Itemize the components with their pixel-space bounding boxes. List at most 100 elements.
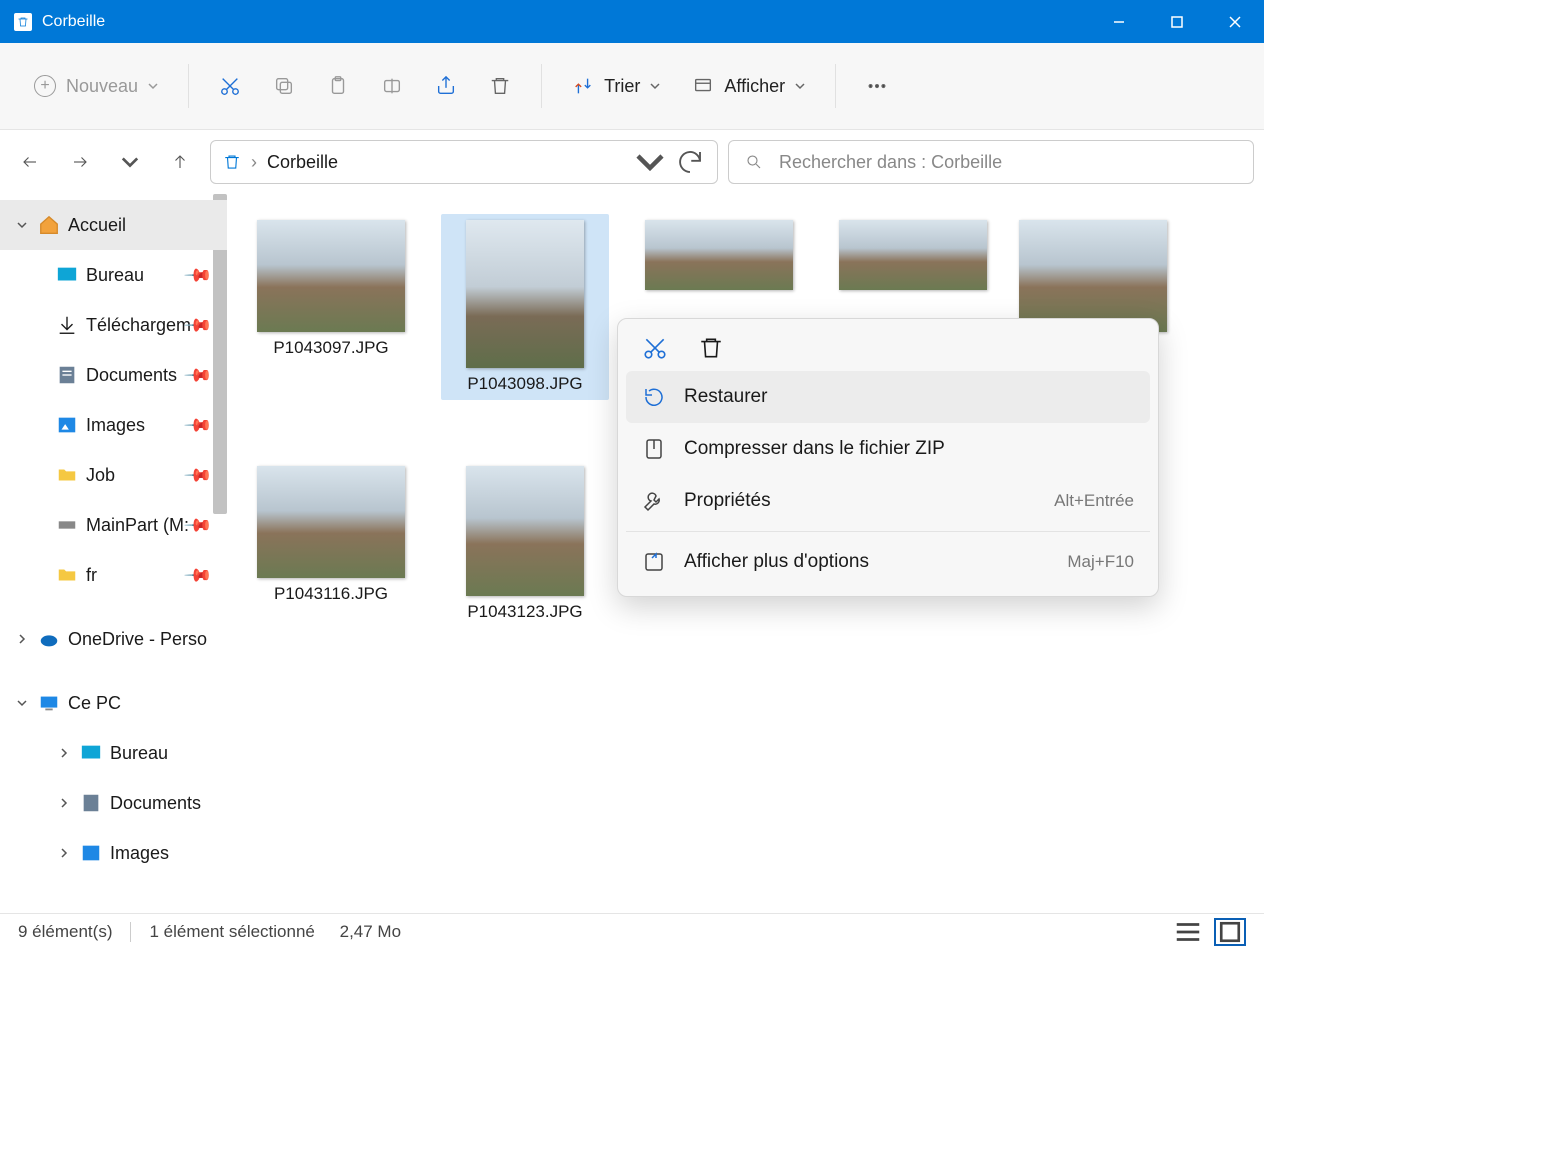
documents-icon <box>56 364 78 386</box>
status-bar: 9 élément(s) 1 élément sélectionné 2,47 … <box>0 913 1264 949</box>
drive-icon <box>56 514 78 536</box>
maximize-button[interactable] <box>1148 0 1206 43</box>
view-label: Afficher <box>724 76 785 97</box>
accelerator: Maj+F10 <box>1067 552 1134 572</box>
more-options-icon <box>642 550 666 574</box>
minimize-button[interactable] <box>1090 0 1148 43</box>
chevron-right-icon[interactable] <box>56 748 72 758</box>
sidebar-item-job[interactable]: Job 📌 <box>0 450 227 500</box>
chevron-down-icon <box>148 81 158 91</box>
recycle-bin-icon <box>14 13 32 31</box>
chevron-right-icon[interactable] <box>56 848 72 858</box>
chevron-down-icon[interactable] <box>14 220 30 230</box>
breadcrumb-location[interactable]: Corbeille <box>267 152 338 173</box>
sidebar-item-documents[interactable]: Documents 📌 <box>0 350 227 400</box>
search-input[interactable]: Rechercher dans : Corbeille <box>728 140 1254 184</box>
title-bar: Corbeille <box>0 0 1264 43</box>
copy-button[interactable] <box>259 62 309 110</box>
new-label: Nouveau <box>66 76 138 97</box>
ellipsis-icon <box>866 75 888 97</box>
forward-button[interactable] <box>60 142 100 182</box>
file-item[interactable]: P1043116.JPG <box>247 460 415 628</box>
scissors-icon <box>219 75 241 97</box>
more-button[interactable] <box>852 62 902 110</box>
ctx-compress-zip[interactable]: Compresser dans le fichier ZIP <box>626 423 1150 475</box>
sidebar-item-onedrive[interactable]: OneDrive - Perso <box>0 614 227 664</box>
chevron-right-icon[interactable] <box>14 634 30 644</box>
plus-icon: + <box>34 75 56 97</box>
pin-icon: 📌 <box>182 360 213 391</box>
share-button[interactable] <box>421 62 471 110</box>
restore-icon <box>642 385 666 409</box>
sidebar-item-images[interactable]: Images 📌 <box>0 400 227 450</box>
refresh-button[interactable] <box>675 147 705 177</box>
ctx-properties[interactable]: Propriétés Alt+Entrée <box>626 475 1150 527</box>
pin-icon: 📌 <box>182 560 213 591</box>
address-bar[interactable]: › Corbeille <box>210 140 718 184</box>
onedrive-icon <box>38 628 60 650</box>
zip-icon <box>642 437 666 461</box>
share-icon <box>435 75 457 97</box>
recent-button[interactable] <box>110 142 150 182</box>
separator <box>626 531 1150 532</box>
trash-icon <box>489 75 511 97</box>
pin-icon: 📌 <box>182 460 213 491</box>
thumbnail <box>257 466 405 578</box>
file-name: P1043123.JPG <box>467 602 582 622</box>
ctx-cut-button[interactable] <box>642 335 668 361</box>
documents-icon <box>80 792 102 814</box>
file-item[interactable]: P1043097.JPG <box>247 214 415 400</box>
sort-label: Trier <box>604 76 640 97</box>
file-item[interactable]: P1043098.JPG <box>441 214 609 400</box>
sidebar-item-home[interactable]: Accueil <box>0 200 227 250</box>
back-button[interactable] <box>10 142 50 182</box>
sidebar-item-pc-images[interactable]: Images <box>0 828 227 878</box>
pc-icon <box>38 692 60 714</box>
rename-icon <box>381 75 403 97</box>
thumbnail <box>466 466 584 596</box>
thumbnails-view-button[interactable] <box>1214 918 1246 946</box>
sidebar-item-fr[interactable]: fr 📌 <box>0 550 227 600</box>
sort-button[interactable]: Trier <box>558 62 674 110</box>
content-area: P1043097.JPG P1043098.JPG PG P104311 <box>227 194 1264 913</box>
sidebar-item-pc-documents[interactable]: Documents <box>0 778 227 828</box>
desktop-icon <box>80 742 102 764</box>
status-count: 9 élément(s) <box>18 922 112 942</box>
folder-icon <box>56 564 78 586</box>
nav-row: › Corbeille Rechercher dans : Corbeille <box>0 130 1264 194</box>
file-item[interactable]: P1043123.JPG <box>441 460 609 628</box>
paste-button[interactable] <box>313 62 363 110</box>
pin-icon: 📌 <box>182 410 213 441</box>
sidebar-item-pc-desktop[interactable]: Bureau <box>0 728 227 778</box>
sidebar-item-desktop[interactable]: Bureau 📌 <box>0 250 227 300</box>
ctx-restore[interactable]: Restaurer <box>626 371 1150 423</box>
sidebar-item-mainpart[interactable]: MainPart (M: 📌 <box>0 500 227 550</box>
sidebar-item-thispc[interactable]: Ce PC <box>0 678 227 728</box>
file-name: P1043116.JPG <box>274 584 388 604</box>
delete-button[interactable] <box>475 62 525 110</box>
rename-button[interactable] <box>367 62 417 110</box>
images-icon <box>56 414 78 436</box>
ctx-delete-button[interactable] <box>698 335 724 361</box>
sidebar: Accueil Bureau 📌 Téléchargem 📌 Documents… <box>0 194 227 913</box>
cut-button[interactable] <box>205 62 255 110</box>
clipboard-icon <box>327 75 349 97</box>
images-icon <box>80 842 102 864</box>
new-button[interactable]: + Nouveau <box>20 62 172 110</box>
view-button[interactable]: Afficher <box>678 62 819 110</box>
accelerator: Alt+Entrée <box>1054 491 1134 511</box>
close-button[interactable] <box>1206 0 1264 43</box>
chevron-right-icon[interactable] <box>56 798 72 808</box>
thumbnail <box>1019 220 1167 332</box>
wrench-icon <box>642 489 666 513</box>
file-name: P1043098.JPG <box>467 374 582 394</box>
status-selection: 1 élément sélectionné <box>149 922 314 942</box>
up-button[interactable] <box>160 142 200 182</box>
chevron-down-icon <box>795 81 805 91</box>
recycle-bin-icon <box>223 153 241 171</box>
chevron-down-icon[interactable] <box>14 698 30 708</box>
details-view-button[interactable] <box>1172 918 1204 946</box>
ctx-more-options[interactable]: Afficher plus d'options Maj+F10 <box>626 536 1150 588</box>
history-dropdown[interactable] <box>635 147 665 177</box>
sidebar-item-downloads[interactable]: Téléchargem 📌 <box>0 300 227 350</box>
